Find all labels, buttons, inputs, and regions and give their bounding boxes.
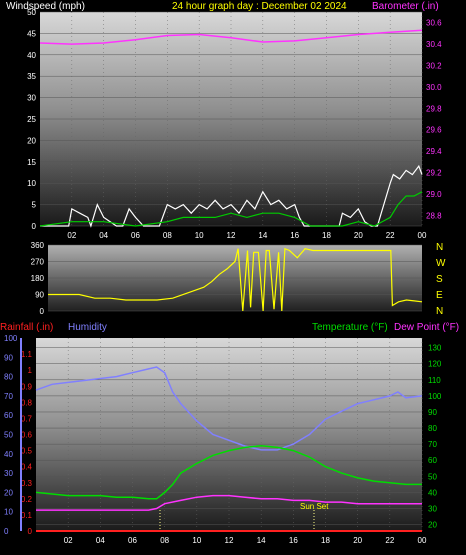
temp-y-tick-label: 90 — [428, 408, 437, 417]
temp-y-tick-label: 70 — [428, 440, 437, 449]
barometer-y-tick-label: 29.2 — [426, 169, 442, 178]
barometer-y-tick-label: 30.6 — [426, 19, 442, 28]
temp-y-tick-label: 30 — [428, 504, 437, 513]
barometer-y-tick-label: 28.8 — [426, 211, 442, 220]
wind-y-tick-label: 20 — [27, 136, 36, 145]
humidity-axis-title: Humidity — [68, 322, 107, 333]
rain-y-tick-label: 0.4 — [21, 463, 33, 472]
humidity-y-tick-label: 50 — [4, 431, 13, 440]
direction-y-tick-label: 0 — [40, 307, 45, 316]
wind-x-tick-label: 10 — [195, 231, 204, 240]
barometer-y-tick-label: 29.4 — [426, 147, 442, 156]
wind-y-tick-label: 0 — [32, 222, 37, 231]
wind-y-tick-label: 15 — [27, 158, 36, 167]
humidity-y-tick-label: 60 — [4, 411, 13, 420]
rain-y-tick-label: 0.5 — [21, 447, 33, 456]
weather-24h-chart: Windspeed (mph) 24 hour graph day : Dece… — [0, 1, 459, 545]
temperature-axis-title: Temperature (°F) — [312, 322, 388, 333]
wind-x-tick-label: 16 — [290, 231, 299, 240]
wind-y-tick-label: 40 — [27, 51, 36, 60]
temp-y-tick-label: 80 — [428, 424, 437, 433]
rain-y-tick-label: 0.8 — [21, 398, 33, 407]
temp-x-tick-label: 04 — [96, 536, 105, 545]
temp-y-tick-label: 110 — [428, 376, 441, 385]
wind-x-tick-label: 04 — [99, 231, 108, 240]
temp-x-tick-label: 12 — [225, 536, 234, 545]
wind-y-tick-label: 5 — [32, 201, 37, 210]
temp-x-tick-label: 16 — [289, 536, 298, 545]
humidity-y-tick-label: 100 — [4, 334, 18, 343]
dewpoint-axis-title: Dew Point (°F) — [394, 322, 459, 333]
humidity-y-tick-label: 30 — [4, 469, 13, 478]
wind-y-tick-label: 30 — [27, 94, 36, 103]
wind-y-tick-label: 10 — [27, 179, 36, 188]
barometer-y-tick-label: 30.2 — [426, 62, 442, 71]
rain-y-tick-label: 0.9 — [21, 382, 33, 391]
temp-x-tick-label: 06 — [128, 536, 137, 545]
temp-y-tick-label: 50 — [428, 472, 437, 481]
compass-n-bottom: N — [436, 306, 443, 317]
graph-title: 24 hour graph day : December 02 2024 — [172, 1, 347, 12]
sunset-label: Sun Set — [300, 502, 329, 511]
temp-x-tick-label: 00 — [418, 536, 427, 545]
wind-x-tick-label: 00 — [418, 231, 427, 240]
temp-y-tick-label: 100 — [428, 392, 442, 401]
compass-e: E — [436, 290, 443, 301]
rain-y-tick-label: 0.2 — [21, 495, 33, 504]
temp-y-tick-label: 40 — [428, 488, 437, 497]
temp-x-tick-label: 22 — [385, 536, 394, 545]
humidity-y-tick-label: 70 — [4, 392, 13, 401]
direction-y-tick-label: 360 — [31, 241, 45, 250]
direction-y-tick-label: 180 — [31, 274, 45, 283]
wind-x-tick-label: 18 — [322, 231, 331, 240]
wind-x-tick-label: 06 — [131, 231, 140, 240]
humidity-y-tick-label: 20 — [4, 488, 13, 497]
temp-y-tick-label: 130 — [428, 344, 442, 353]
temp-x-tick-label: 10 — [192, 536, 201, 545]
compass-s: S — [436, 274, 443, 285]
rain-y-tick-label: 1.1 — [21, 350, 33, 359]
humidity-y-tick-label: 90 — [4, 353, 13, 362]
barometer-y-tick-label: 30.4 — [426, 40, 442, 49]
barometer-y-tick-label: 29.8 — [426, 104, 442, 113]
rain-y-tick-label: 0 — [28, 527, 33, 536]
wind-x-tick-label: 14 — [258, 231, 267, 240]
wind-x-tick-label: 22 — [386, 231, 395, 240]
wind-x-tick-label: 12 — [227, 231, 236, 240]
direction-y-tick-label: 90 — [35, 291, 44, 300]
rain-y-tick-label: 0.7 — [21, 414, 33, 423]
wind-y-tick-label: 25 — [27, 115, 36, 124]
temp-x-tick-label: 08 — [160, 536, 169, 545]
rain-y-tick-label: 0.6 — [21, 431, 33, 440]
rainfall-axis-title: Rainfall (.in) — [0, 322, 53, 333]
direction-y-tick-label: 270 — [31, 258, 45, 267]
barometer-axis-title: Barometer (.in) — [372, 1, 439, 12]
wind-y-tick-label: 45 — [27, 29, 36, 38]
humidity-y-tick-label: 10 — [4, 508, 13, 517]
compass-w: W — [436, 258, 446, 269]
barometer-y-tick-label: 30.0 — [426, 83, 442, 92]
temp-x-tick-label: 18 — [321, 536, 330, 545]
barometer-y-tick-label: 29.6 — [426, 126, 442, 135]
windspeed-axis-title: Windspeed (mph) — [6, 1, 85, 12]
temp-x-tick-label: 02 — [64, 536, 73, 545]
temp-y-tick-label: 20 — [428, 521, 437, 530]
humidity-y-tick-label: 80 — [4, 373, 13, 382]
humidity-y-tick-label: 40 — [4, 450, 13, 459]
wind-y-tick-label: 35 — [27, 72, 36, 81]
temp-y-tick-label: 60 — [428, 456, 437, 465]
temp-x-tick-label: 20 — [353, 536, 362, 545]
compass-n-top: N — [436, 242, 443, 253]
wind-x-tick-label: 08 — [163, 231, 172, 240]
humidity-y-tick-label: 0 — [4, 527, 9, 536]
rain-y-tick-label: 0.1 — [21, 511, 33, 520]
rain-y-tick-label: 0.3 — [21, 479, 33, 488]
wind-y-tick-label: 50 — [27, 8, 36, 17]
wind-x-tick-label: 20 — [354, 231, 363, 240]
barometer-y-tick-label: 29.0 — [426, 190, 442, 199]
temp-y-tick-label: 120 — [428, 360, 442, 369]
temp-x-tick-label: 14 — [257, 536, 266, 545]
rain-y-tick-label: 1 — [28, 366, 33, 375]
wind-x-tick-label: 02 — [67, 231, 76, 240]
